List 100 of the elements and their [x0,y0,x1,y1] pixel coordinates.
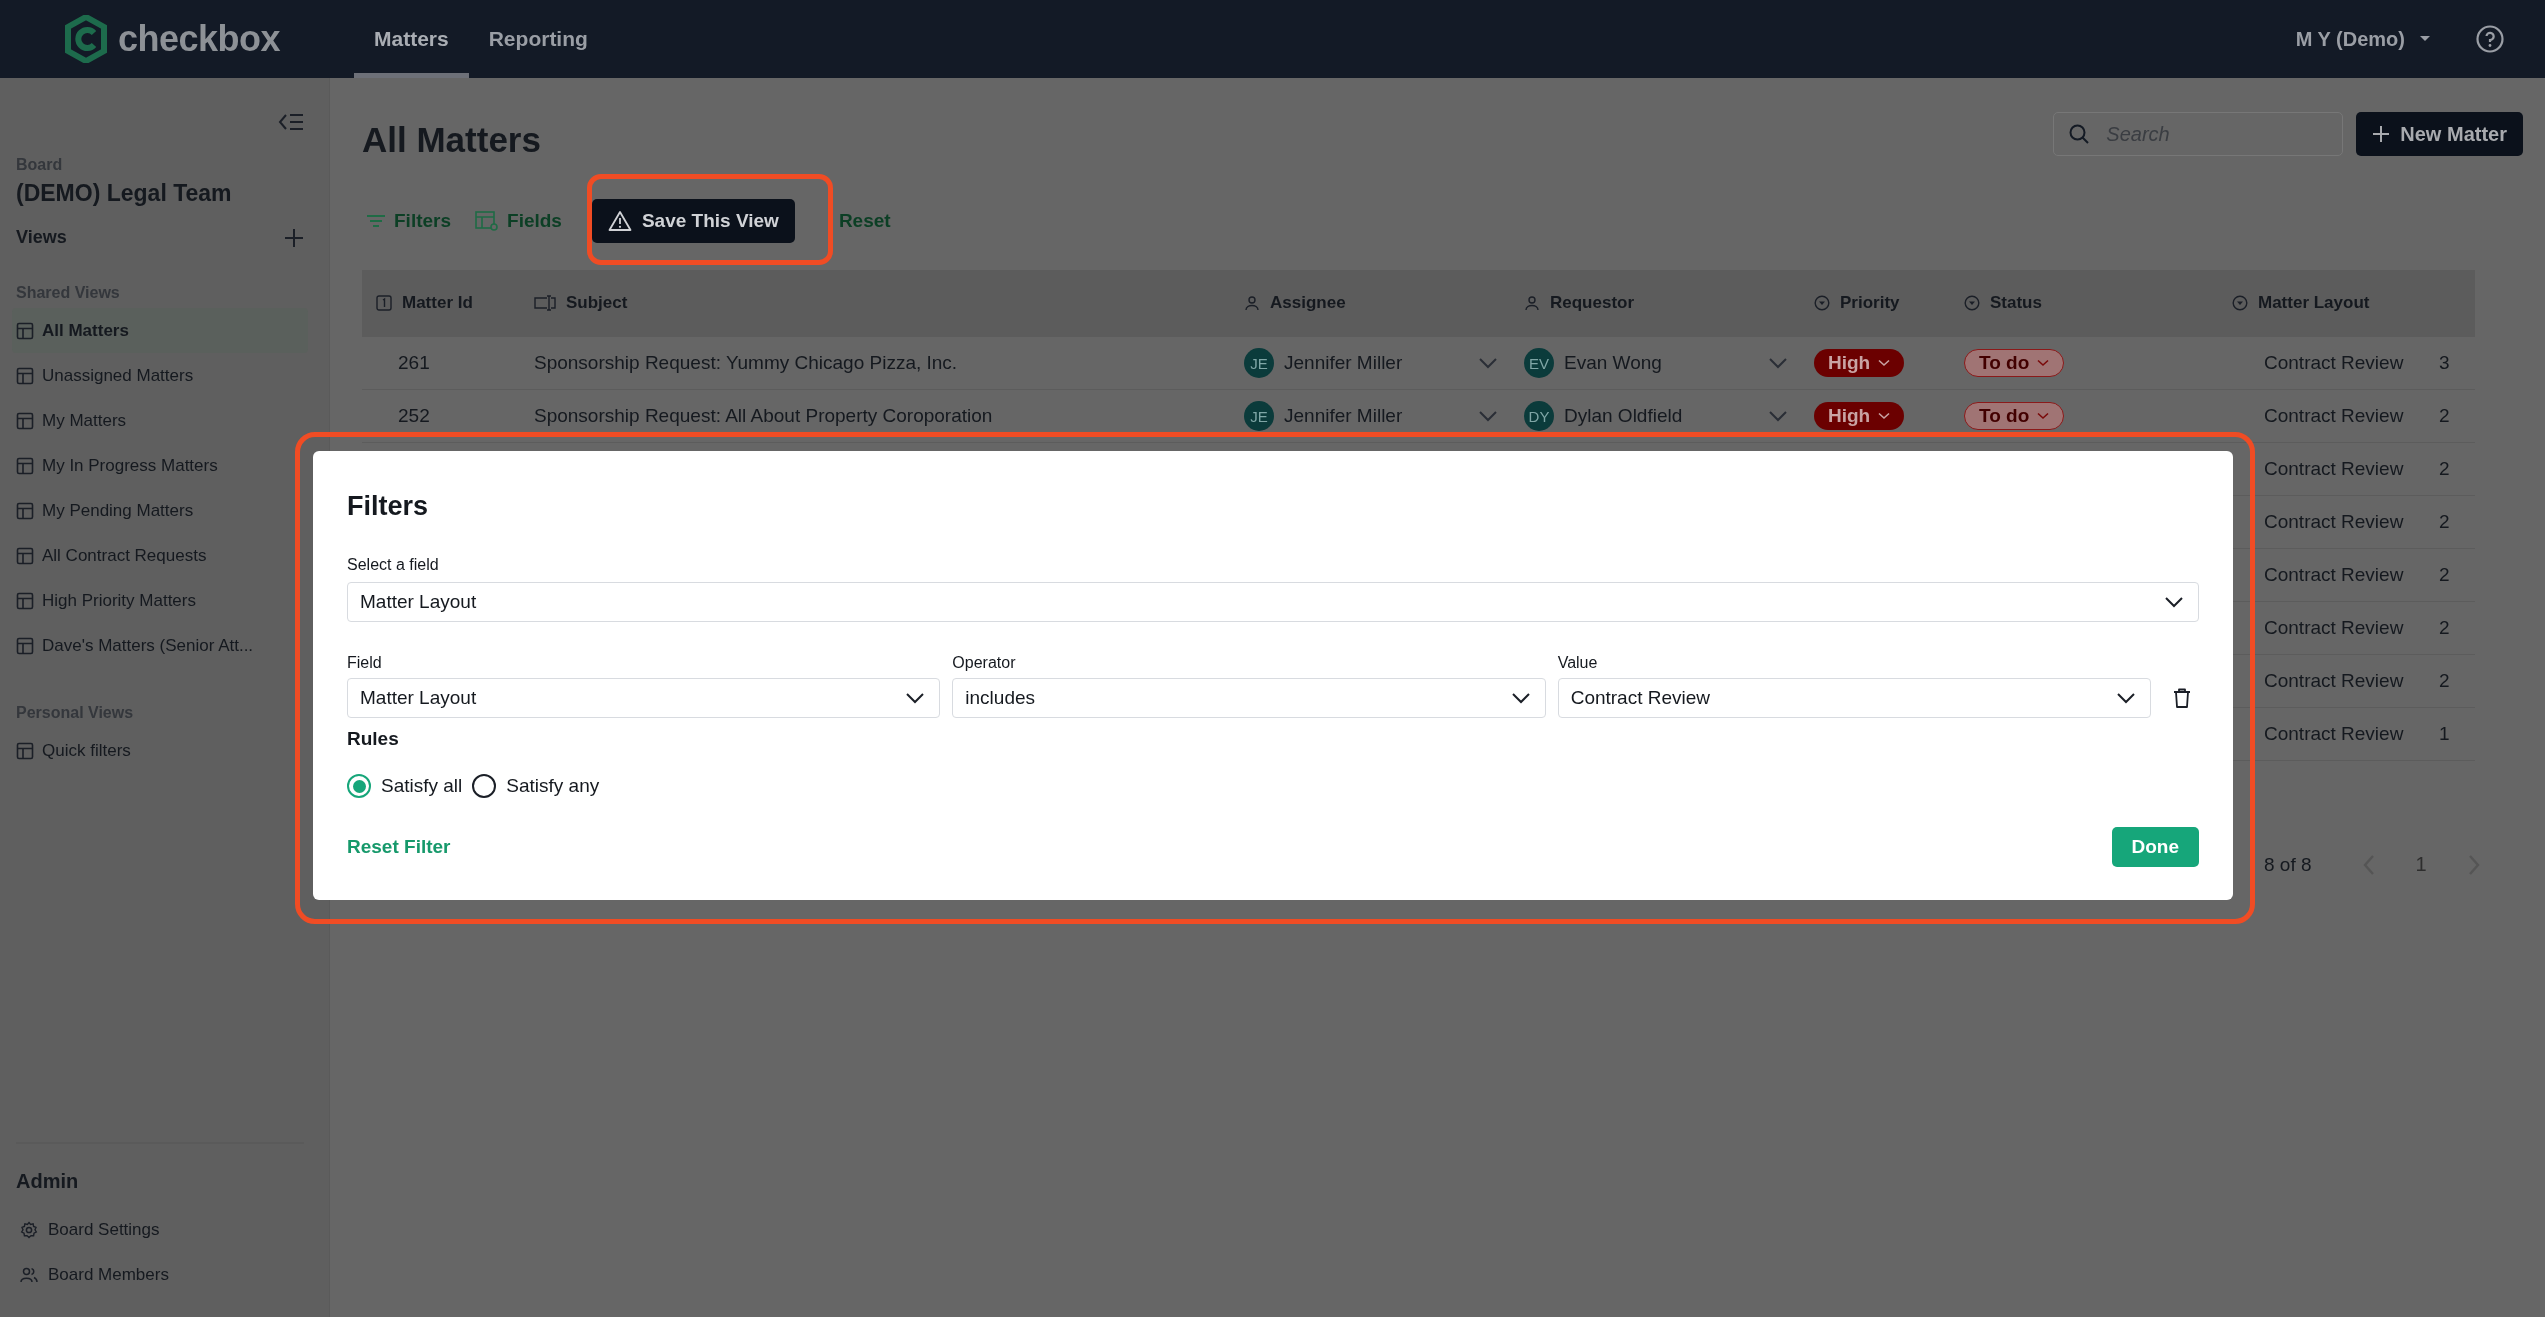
done-button[interactable]: Done [2111,827,2199,867]
dialog-title: Filters [347,490,430,523]
field-label: Select a field [347,555,440,575]
field-label: Field [347,653,383,673]
table-cell: 1 [2439,723,2450,745]
column-header[interactable]: Matter Layout [2218,270,2425,336]
view-item[interactable]: Unassigned Matters [12,353,308,398]
chevron-down-icon[interactable] [1478,410,1498,422]
radio-button[interactable] [347,774,371,798]
nav-tab[interactable]: Matters [354,0,469,78]
table-settings-icon [475,210,500,232]
column-header[interactable]: Subject [520,270,1230,336]
chevron-down-icon [2164,596,2184,608]
view-item[interactable]: High Priority Matters [12,578,308,623]
save-view-button[interactable]: Save This View [591,199,795,243]
status-badge[interactable]: To do [1964,349,2065,377]
page-title: All Matters [362,119,541,161]
column-header[interactable]: Matter Id [362,270,520,336]
column-header[interactable]: Status [1950,270,2218,336]
table-cell: 2 [2439,564,2450,586]
view-item[interactable]: All Matters [12,308,308,353]
radio-option[interactable]: Satisfy all [347,774,463,798]
avatar: JE [1244,348,1274,378]
page-number[interactable]: 1 [2415,853,2427,876]
view-item[interactable]: Dave's Matters (Senior Att... [12,623,308,668]
new-matter-button[interactable]: New Matter [2356,112,2523,156]
priority-badge[interactable]: High [1814,349,1905,377]
admin-title: Admin [16,1170,80,1193]
chevron-down-icon [2116,692,2136,704]
dropdown-field[interactable]: includes [952,678,1546,718]
table-icon [16,321,34,340]
table-icon [16,546,34,565]
number-icon [376,295,392,311]
add-icon[interactable] [284,227,304,248]
logo-text: checkbox [118,18,281,60]
filters-button[interactable]: Filters [362,210,456,232]
user-menu[interactable]: M Y (Demo) [2295,0,2431,78]
reset-button[interactable]: Reset [834,210,895,232]
avatar: DY [1524,401,1554,431]
table-icon [16,456,34,475]
priority-badge[interactable]: High [1814,402,1905,430]
view-item[interactable]: My Pending Matters [12,488,308,533]
person-name: Jennifer Miller [1284,352,1404,374]
dropdown-icon [1814,295,1830,311]
table-cell: Contract Review [2264,564,2404,586]
table-cell: Contract Review [2264,405,2404,427]
table-icon [16,501,34,520]
table-cell: 3 [2439,352,2450,374]
avatar: EV [1524,348,1554,378]
dropdown-icon [2232,295,2248,311]
table-cell: Contract Review [2264,352,2404,374]
table-icon [16,591,34,610]
table-cell: 261 [398,352,430,374]
table-cell: 2 [2439,617,2450,639]
logo-icon [64,15,108,63]
radio-button[interactable] [472,774,497,798]
table-cell: Contract Review [2264,617,2404,639]
views-label: Views [16,227,67,248]
nav-tab[interactable]: Reporting [468,0,608,78]
table-icon [16,366,34,385]
table-cell: Sponsorship Request: Yummy Chicago Pizza, Inc. [534,352,958,374]
help-icon[interactable] [2475,24,2505,54]
fields-button[interactable]: Fields [471,210,566,232]
board-name: (DEMO) Legal Team [16,180,233,207]
collapse-sidebar-icon[interactable] [278,112,304,132]
page-summary: 8 of 8 [2264,853,2312,876]
status-badge[interactable]: To do [1964,402,2065,430]
person-icon [1244,295,1260,311]
warning-icon [607,210,632,232]
chevron-down-icon[interactable] [1768,357,1788,369]
person-name: Jennifer Miller [1284,405,1404,427]
column-header[interactable]: Priority [1800,270,1950,336]
view-item[interactable]: My In Progress Matters [12,443,308,488]
gear-icon [20,1220,38,1239]
dropdown-field[interactable]: Matter Layout [347,678,941,718]
view-item[interactable]: All Contract Requests [12,533,308,578]
table-cell: 2 [2439,405,2450,427]
admin-link[interactable]: Board Settings [16,1207,304,1252]
column-header[interactable]: Requestor [1510,270,1800,336]
table-cell: Sponsorship Request: All About Property Coroporation [534,405,993,427]
admin-link[interactable]: Board Members [16,1252,304,1297]
column-header[interactable]: Assignee [1230,270,1510,336]
rules-label: Rules [347,728,400,750]
chevron-down-icon [1510,692,1531,704]
table-cell: Contract Review [2264,511,2404,533]
table-icon [16,741,34,760]
view-item[interactable]: My Matters [12,398,308,443]
view-item[interactable]: Quick filters [12,728,308,773]
dropdown-icon [1964,295,1980,311]
table-icon [16,411,34,430]
field-select[interactable]: Matter Layout [347,582,2199,622]
radio-option[interactable]: Satisfy any [472,774,600,798]
field-label: Operator [952,653,1017,673]
trash-icon[interactable] [2173,688,2191,708]
dropdown-field[interactable]: Contract Review [1557,678,2151,718]
chevron-down-icon[interactable] [1478,357,1498,369]
filter-icon [366,213,386,229]
reset-filter-link[interactable]: Reset Filter [347,836,451,858]
table-cell: 2 [2439,458,2450,480]
chevron-down-icon[interactable] [1768,410,1788,422]
